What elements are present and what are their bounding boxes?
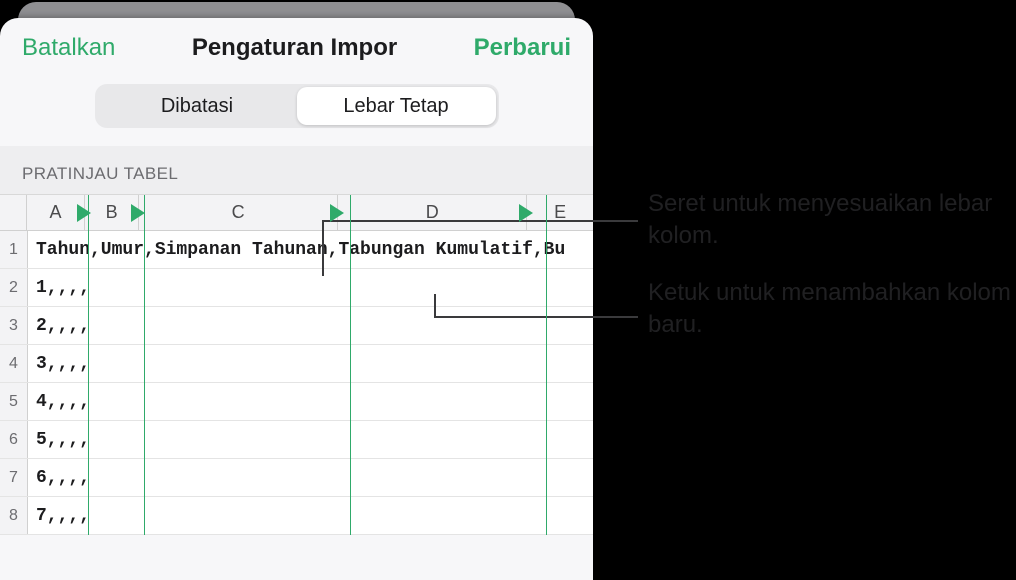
table-row[interactable]: 21,,,,	[0, 269, 593, 307]
column-handle-E[interactable]	[519, 204, 533, 222]
table-row[interactable]: 76,,,,	[0, 459, 593, 497]
preview-section-label: PRATINJAU TABEL	[0, 146, 593, 195]
column-header-D[interactable]: D	[338, 195, 527, 230]
segment-fixed-width[interactable]: Lebar Tetap	[297, 87, 496, 125]
layout-segmented-control[interactable]: Dibatasi Lebar Tetap	[95, 84, 499, 128]
row-content: 7,,,,	[28, 497, 593, 534]
column-handle-D[interactable]	[330, 204, 344, 222]
update-button[interactable]: Perbarui	[474, 34, 571, 62]
row-number: 7	[0, 459, 28, 496]
row-content: 1,,,,	[28, 269, 593, 306]
table-row[interactable]: 1Tahun,Umur,Simpanan Tahunan,Tabungan Ku…	[0, 231, 593, 269]
callout-add-column: Ketuk untuk menambahkan kolom baru.	[648, 277, 1016, 342]
column-handle-B[interactable]	[77, 204, 91, 222]
row-content: Tahun,Umur,Simpanan Tahunan,Tabungan Kum…	[28, 231, 593, 268]
row-number: 2	[0, 269, 28, 306]
row-number: 6	[0, 421, 28, 458]
row-content: 3,,,,	[28, 345, 593, 382]
sheet-title: Pengaturan Impor	[192, 34, 397, 62]
column-header-row: A B C D E	[0, 195, 593, 231]
import-settings-sheet: Batalkan Pengaturan Impor Perbarui Dibat…	[0, 18, 593, 580]
table-row[interactable]: 43,,,,	[0, 345, 593, 383]
column-handle-C[interactable]	[131, 204, 145, 222]
column-header-C[interactable]: C	[139, 195, 338, 230]
row-content: 4,,,,	[28, 383, 593, 420]
row-number: 1	[0, 231, 28, 268]
column-header-E[interactable]: E	[527, 195, 593, 230]
callout-resize: Seret untuk menyesuaikan lebar kolom.	[648, 188, 1016, 253]
row-number: 3	[0, 307, 28, 344]
table-row[interactable]: 87,,,,	[0, 497, 593, 535]
row-content: 6,,,,	[28, 459, 593, 496]
table-row[interactable]: 32,,,,	[0, 307, 593, 345]
table-row[interactable]: 54,,,,	[0, 383, 593, 421]
row-content: 2,,,,	[28, 307, 593, 344]
cancel-button[interactable]: Batalkan	[22, 34, 115, 62]
row-content: 5,,,,	[28, 421, 593, 458]
row-number: 4	[0, 345, 28, 382]
segment-delimited[interactable]: Dibatasi	[98, 87, 297, 125]
table-preview[interactable]: A B C D E 1Tahun,Umur,Simpanan Tahunan,T…	[0, 195, 593, 535]
row-number: 5	[0, 383, 28, 420]
row-number: 8	[0, 497, 28, 534]
table-row[interactable]: 65,,,,	[0, 421, 593, 459]
